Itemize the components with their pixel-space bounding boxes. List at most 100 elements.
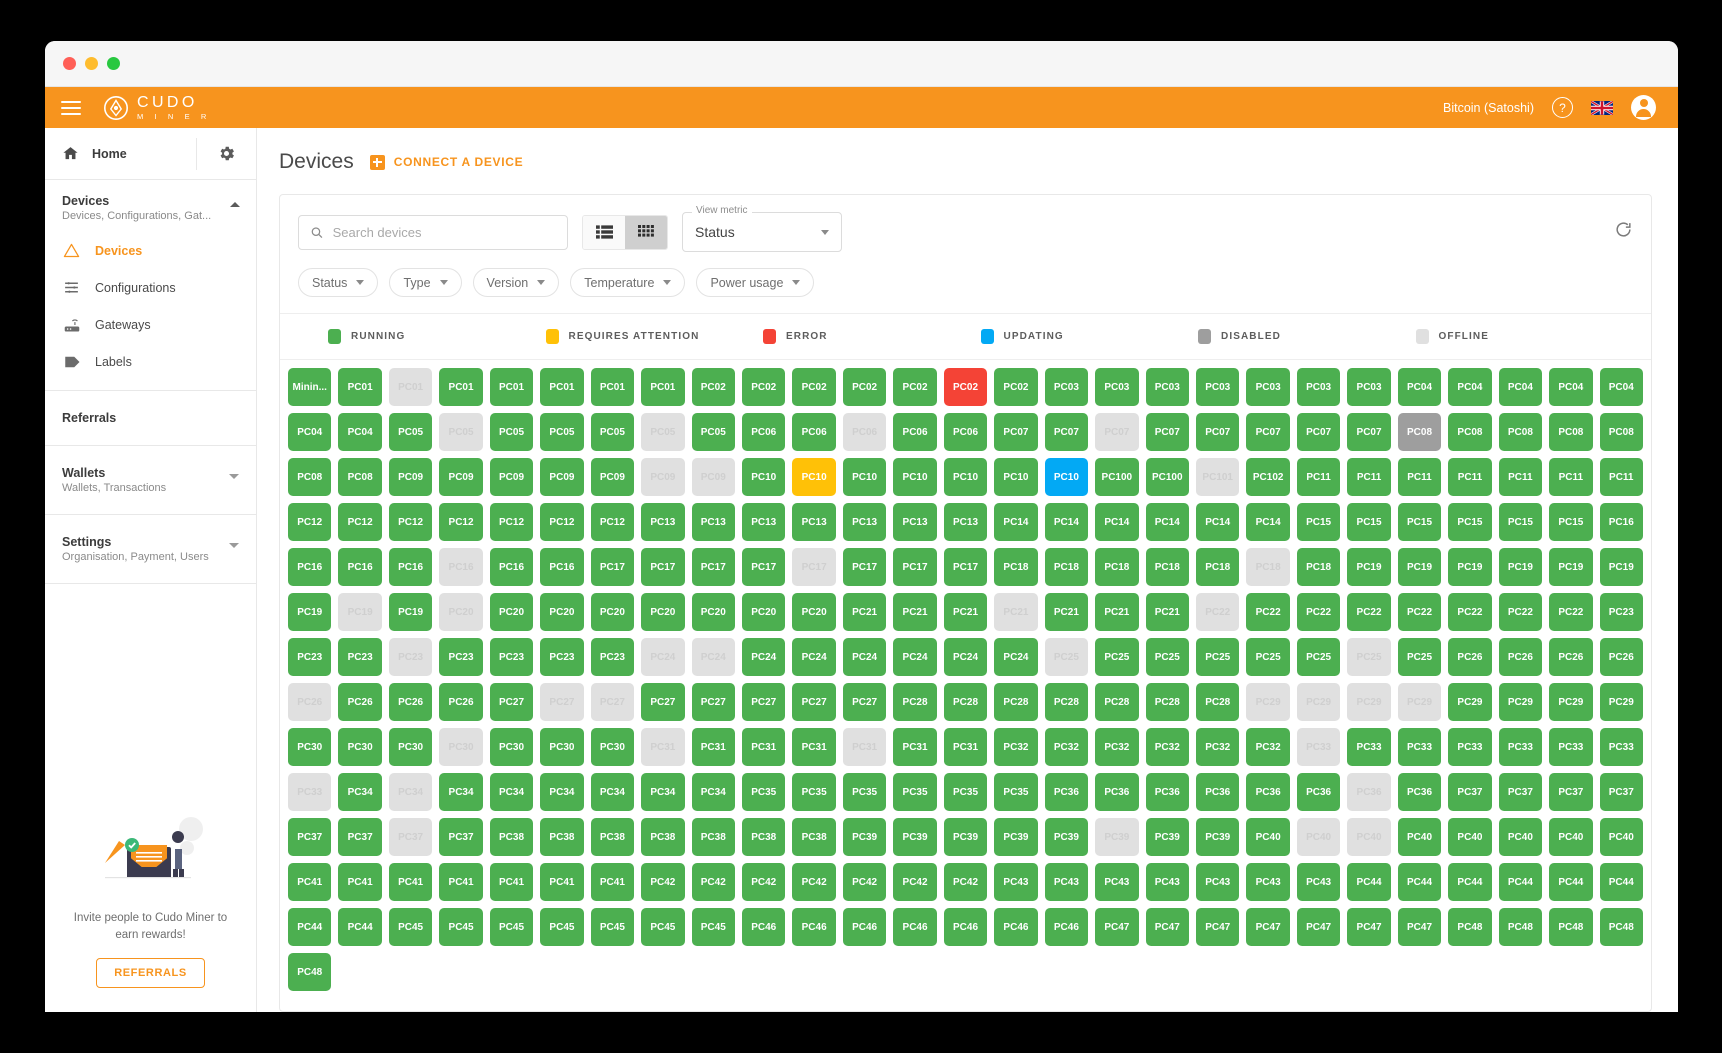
device-tile[interactable]: PC33 xyxy=(1549,728,1593,766)
device-tile[interactable]: PC04 xyxy=(1397,368,1442,406)
device-tile[interactable]: PC46 xyxy=(1044,908,1089,946)
device-tile[interactable]: PC42 xyxy=(943,863,988,901)
device-grid-area[interactable]: Minin... PC01 PC01 PC01 PC01 PC01 PC01 PC01 PC02… xyxy=(280,360,1651,1011)
device-tile[interactable]: PC12 xyxy=(590,503,635,541)
device-tile[interactable]: PC11 xyxy=(1549,458,1593,496)
device-tile[interactable]: PC37 xyxy=(1599,773,1643,811)
device-tile[interactable]: PC18 xyxy=(1246,548,1290,586)
device-tile[interactable]: PC38 xyxy=(792,818,836,856)
view-metric-select[interactable]: Status View metric xyxy=(682,205,842,252)
device-tile[interactable]: PC15 xyxy=(1347,503,1391,541)
device-tile[interactable]: PC30 xyxy=(590,728,635,766)
device-tile[interactable]: PC09 xyxy=(489,458,534,496)
device-tile[interactable]: PC10 xyxy=(893,458,937,496)
device-tile[interactable]: PC26 xyxy=(288,683,332,721)
device-tile[interactable]: PC11 xyxy=(1599,458,1643,496)
device-tile[interactable]: PC35 xyxy=(842,773,887,811)
device-tile[interactable]: PC48 xyxy=(1549,908,1593,946)
device-tile[interactable]: PC29 xyxy=(1498,683,1543,721)
device-tile[interactable]: PC38 xyxy=(691,818,735,856)
device-tile[interactable]: PC18 xyxy=(994,548,1038,586)
device-tile[interactable]: PC41 xyxy=(540,863,584,901)
device-tile[interactable]: PC48 xyxy=(288,953,332,991)
device-tile[interactable]: PC10 xyxy=(943,458,988,496)
device-tile[interactable]: PC43 xyxy=(1044,863,1089,901)
device-tile[interactable]: PC19 xyxy=(338,593,382,631)
device-tile[interactable]: PC28 xyxy=(943,683,988,721)
device-tile[interactable]: PC22 xyxy=(1246,593,1290,631)
referrals-button[interactable]: REFERRALS xyxy=(96,958,205,988)
device-tile[interactable]: PC26 xyxy=(1549,638,1593,676)
filter-temperature[interactable]: Temperature xyxy=(570,268,686,297)
device-tile[interactable]: PC48 xyxy=(1599,908,1643,946)
device-tile[interactable]: PC24 xyxy=(842,638,887,676)
device-tile[interactable]: PC44 xyxy=(1599,863,1643,901)
device-tile[interactable]: PC02 xyxy=(741,368,786,406)
device-tile[interactable]: PC12 xyxy=(489,503,534,541)
device-tile[interactable]: PC36 xyxy=(1145,773,1189,811)
device-tile[interactable]: PC05 xyxy=(641,413,685,451)
device-tile[interactable]: PC23 xyxy=(590,638,635,676)
device-tile[interactable]: PC25 xyxy=(1347,638,1391,676)
device-tile[interactable]: PC46 xyxy=(792,908,836,946)
device-tile[interactable]: PC102 xyxy=(1246,458,1290,496)
device-tile[interactable]: PC33 xyxy=(1448,728,1492,766)
device-tile[interactable]: PC16 xyxy=(489,548,534,586)
device-tile[interactable]: PC03 xyxy=(1246,368,1290,406)
device-tile[interactable]: PC30 xyxy=(489,728,534,766)
device-tile[interactable]: PC03 xyxy=(1195,368,1240,406)
device-tile[interactable]: PC42 xyxy=(741,863,786,901)
device-tile[interactable]: PC08 xyxy=(1549,413,1593,451)
device-tile[interactable]: PC09 xyxy=(540,458,584,496)
device-tile[interactable]: PC25 xyxy=(1246,638,1290,676)
device-tile[interactable]: PC39 xyxy=(842,818,887,856)
device-tile[interactable]: PC40 xyxy=(1498,818,1543,856)
device-tile[interactable]: PC26 xyxy=(1448,638,1492,676)
device-tile[interactable]: PC32 xyxy=(1246,728,1290,766)
device-tile[interactable]: PC15 xyxy=(1296,503,1341,541)
device-tile[interactable]: PC11 xyxy=(1397,458,1442,496)
device-tile[interactable]: PC45 xyxy=(691,908,735,946)
device-tile[interactable]: PC37 xyxy=(288,818,332,856)
device-tile[interactable]: PC34 xyxy=(590,773,635,811)
device-tile[interactable]: PC28 xyxy=(1145,683,1189,721)
device-tile[interactable]: PC39 xyxy=(1145,818,1189,856)
device-tile[interactable]: PC39 xyxy=(994,818,1038,856)
device-tile[interactable]: Minin... xyxy=(288,368,332,406)
device-tile[interactable]: PC16 xyxy=(540,548,584,586)
device-tile[interactable]: PC47 xyxy=(1145,908,1189,946)
device-tile[interactable]: PC27 xyxy=(842,683,887,721)
device-tile[interactable]: PC42 xyxy=(842,863,887,901)
device-tile[interactable]: PC47 xyxy=(1347,908,1391,946)
device-tile[interactable]: PC46 xyxy=(943,908,988,946)
device-tile[interactable]: PC30 xyxy=(288,728,332,766)
device-tile[interactable]: PC29 xyxy=(1549,683,1593,721)
device-tile[interactable]: PC21 xyxy=(943,593,988,631)
device-tile[interactable]: PC13 xyxy=(893,503,937,541)
device-tile[interactable]: PC20 xyxy=(489,593,534,631)
device-tile[interactable]: PC07 xyxy=(1044,413,1089,451)
device-tile[interactable]: PC08 xyxy=(288,458,332,496)
sidebar-section-devices-header[interactable]: Devices Devices, Configurations, Gat... xyxy=(45,194,256,222)
device-tile[interactable]: PC33 xyxy=(288,773,332,811)
device-tile[interactable]: PC43 xyxy=(1296,863,1341,901)
device-tile[interactable]: PC04 xyxy=(1498,368,1543,406)
device-tile[interactable]: PC21 xyxy=(842,593,887,631)
device-tile[interactable]: PC27 xyxy=(489,683,534,721)
device-tile[interactable]: PC03 xyxy=(1145,368,1189,406)
device-tile[interactable]: PC46 xyxy=(741,908,786,946)
device-tile[interactable]: PC29 xyxy=(1599,683,1643,721)
device-tile[interactable]: PC44 xyxy=(1347,863,1391,901)
device-tile[interactable]: PC09 xyxy=(439,458,483,496)
device-tile[interactable]: PC23 xyxy=(388,638,433,676)
device-tile[interactable]: PC01 xyxy=(338,368,382,406)
currency-selector[interactable]: Bitcoin (Satoshi) xyxy=(1443,101,1534,115)
device-tile[interactable]: PC11 xyxy=(1296,458,1341,496)
device-tile[interactable]: PC10 xyxy=(994,458,1038,496)
device-tile[interactable]: PC45 xyxy=(590,908,635,946)
device-tile[interactable]: PC21 xyxy=(1095,593,1139,631)
device-tile[interactable]: PC34 xyxy=(691,773,735,811)
device-tile[interactable]: PC37 xyxy=(388,818,433,856)
device-tile[interactable]: PC30 xyxy=(388,728,433,766)
device-tile[interactable]: PC39 xyxy=(1195,818,1240,856)
